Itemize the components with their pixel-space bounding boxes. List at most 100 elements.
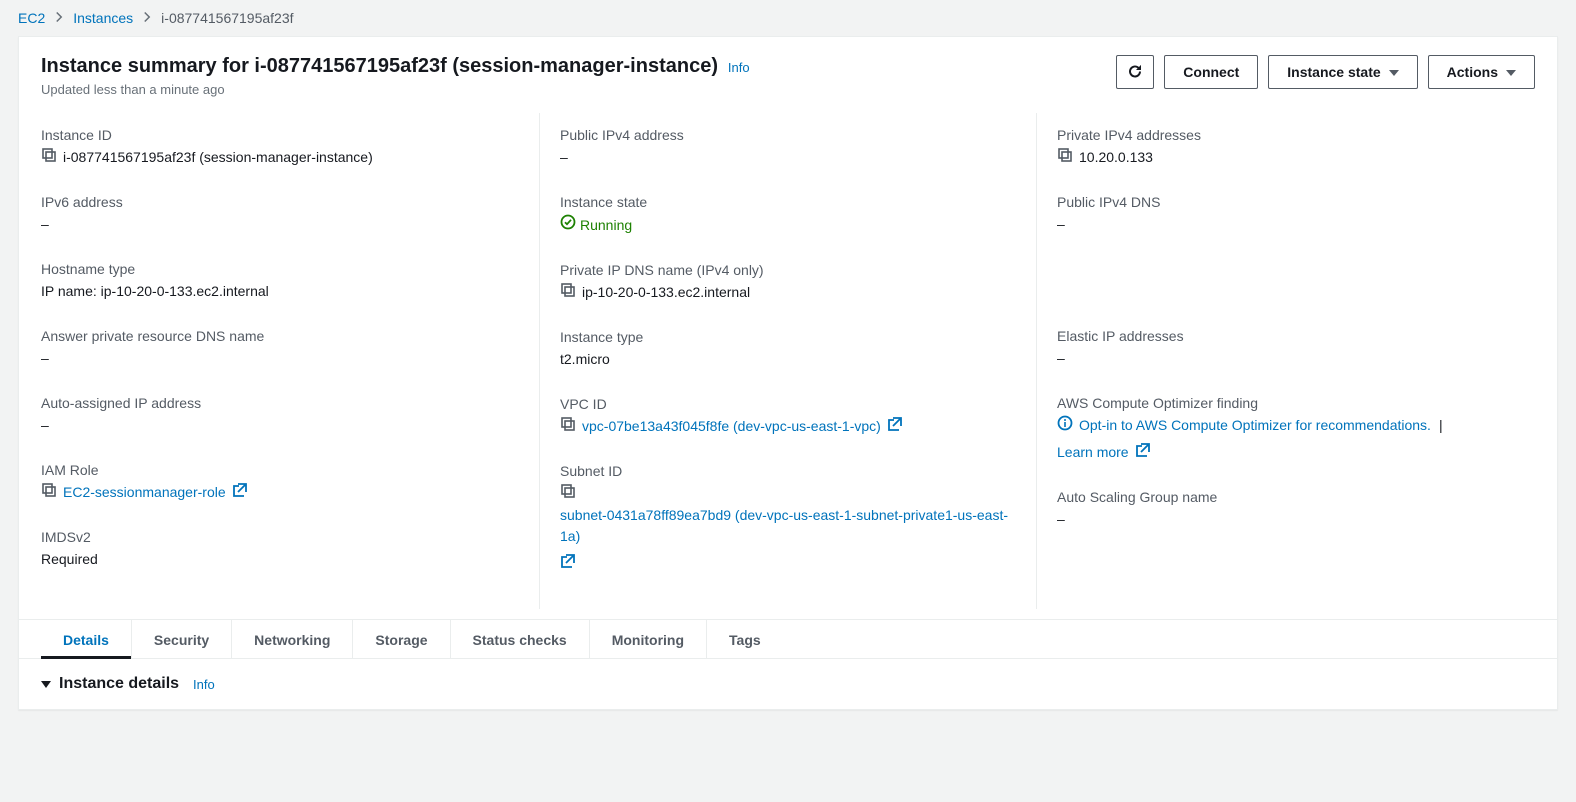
details-col-3: Private IPv4 addresses 10.20.0.133 Publi… [1037,113,1535,609]
field-compute-optimizer: AWS Compute Optimizer finding Opt-in to … [1057,395,1517,463]
caret-down-icon [1389,70,1399,76]
external-link-icon[interactable] [1135,442,1151,458]
field-value: ip-10-20-0-133.ec2.internal [582,282,750,303]
title-block: Instance summary for i-087741567195af23f… [41,55,750,97]
breadcrumb-instances[interactable]: Instances [73,10,133,26]
field-label: Private IP DNS name (IPv4 only) [560,262,1018,278]
learn-more-link[interactable]: Learn more [1057,442,1129,463]
tab-security[interactable]: Security [132,620,232,658]
field-elastic-ip: Elastic IP addresses – [1057,328,1517,369]
field-instance-id: Instance ID i-087741567195af23f (session… [41,127,521,168]
copy-icon[interactable] [560,416,576,432]
field-value: i-087741567195af23f (session-manager-ins… [63,147,373,168]
chevron-right-icon [141,10,153,26]
instance-details-panel: Instance details Info [19,658,1557,709]
field-public-dns: Public IPv4 DNS – [1057,194,1517,235]
field-value: – [1057,509,1517,530]
copy-icon[interactable] [560,483,576,499]
field-value: Running [580,215,632,236]
field-value: Required [41,549,521,570]
external-link-icon[interactable] [560,553,576,569]
subnet-link[interactable]: subnet-0431a78ff89ea7bd9 (dev-vpc-us-eas… [560,505,1018,547]
field-value: – [560,147,1018,168]
breadcrumb-current: i-087741567195af23f [161,10,293,26]
field-private-dns: Private IP DNS name (IPv4 only) ip-10-20… [560,262,1018,303]
tab-monitoring[interactable]: Monitoring [590,620,707,658]
field-value: 10.20.0.133 [1079,147,1153,168]
tabs: Details Security Networking Storage Stat… [19,619,1557,658]
field-private-ipv4: Private IPv4 addresses 10.20.0.133 [1057,127,1517,168]
copy-icon[interactable] [1057,147,1073,163]
tab-storage[interactable]: Storage [353,620,450,658]
instance-state-button[interactable]: Instance state [1268,55,1417,89]
field-label: Public IPv4 DNS [1057,194,1517,210]
info-link[interactable]: Info [193,677,215,692]
chevron-right-icon [53,10,65,26]
field-instance-type: Instance type t2.micro [560,329,1018,370]
field-label: IMDSv2 [41,529,521,545]
field-hostname-type: Hostname type IP name: ip-10-20-0-133.ec… [41,261,521,302]
vpc-link[interactable]: vpc-07be13a43f045f8fe (dev-vpc-us-east-1… [582,416,881,437]
tab-status-checks[interactable]: Status checks [451,620,590,658]
breadcrumb: EC2 Instances i-087741567195af23f [0,0,1576,36]
field-value: – [41,348,521,369]
page-title: Instance summary for i-087741567195af23f… [41,55,718,77]
tab-details[interactable]: Details [41,620,132,658]
field-iam-role: IAM Role EC2-sessionmanager-role [41,462,521,503]
refresh-icon [1127,63,1143,82]
field-instance-state: Instance state Running [560,194,1018,236]
opt-in-link[interactable]: Opt-in to AWS Compute Optimizer for reco… [1079,415,1431,436]
copy-icon[interactable] [560,282,576,298]
details-grid: Instance ID i-087741567195af23f (session… [19,113,1557,619]
actions-label: Actions [1447,64,1498,80]
field-imdsv2: IMDSv2 Required [41,529,521,570]
field-label: AWS Compute Optimizer finding [1057,395,1517,411]
field-label: IPv6 address [41,194,521,210]
details-col-2: Public IPv4 address – Instance state Run… [539,113,1037,609]
field-answer-dns: Answer private resource DNS name – [41,328,521,369]
field-label: Private IPv4 addresses [1057,127,1517,143]
field-label: Instance type [560,329,1018,345]
tab-networking[interactable]: Networking [232,620,353,658]
info-link[interactable]: Info [728,60,750,75]
field-label: Instance ID [41,127,521,143]
instance-state-label: Instance state [1287,64,1380,80]
field-label: Hostname type [41,261,521,277]
field-value: – [1057,214,1517,235]
breadcrumb-ec2[interactable]: EC2 [18,10,45,26]
iam-role-link[interactable]: EC2-sessionmanager-role [63,482,226,503]
field-label: Answer private resource DNS name [41,328,521,344]
external-link-icon[interactable] [232,482,248,498]
actions-button[interactable]: Actions [1428,55,1535,89]
details-col-1: Instance ID i-087741567195af23f (session… [41,113,539,609]
field-auto-assigned-ip: Auto-assigned IP address – [41,395,521,436]
info-icon [1057,415,1073,431]
separator: | [1439,415,1443,436]
status-ok-icon [560,214,576,236]
field-label: Auto-assigned IP address [41,395,521,411]
field-value: t2.micro [560,349,1018,370]
subpanel-title: Instance details [59,675,179,693]
field-label: IAM Role [41,462,521,478]
updated-subtitle: Updated less than a minute ago [41,82,750,97]
field-value: – [41,415,521,436]
copy-icon[interactable] [41,147,57,163]
field-value: IP name: ip-10-20-0-133.ec2.internal [41,281,521,302]
field-subnet-id: Subnet ID subnet-0431a78ff89ea7bd9 (dev-… [560,463,1018,569]
field-label: Elastic IP addresses [1057,328,1517,344]
field-asg: Auto Scaling Group name – [1057,489,1517,530]
field-ipv6: IPv6 address – [41,194,521,235]
collapse-caret-icon[interactable] [41,681,51,688]
external-link-icon[interactable] [887,416,903,432]
refresh-button[interactable] [1116,55,1154,89]
header-actions: Connect Instance state Actions [1116,55,1535,89]
copy-icon[interactable] [41,482,57,498]
field-vpc-id: VPC ID vpc-07be13a43f045f8fe (dev-vpc-us… [560,396,1018,437]
connect-button[interactable]: Connect [1164,55,1258,89]
field-label: Public IPv4 address [560,127,1018,143]
field-value: – [1057,348,1517,369]
field-label: Subnet ID [560,463,1018,479]
tab-tags[interactable]: Tags [707,620,783,658]
field-value: – [41,214,521,235]
field-label: Auto Scaling Group name [1057,489,1517,505]
